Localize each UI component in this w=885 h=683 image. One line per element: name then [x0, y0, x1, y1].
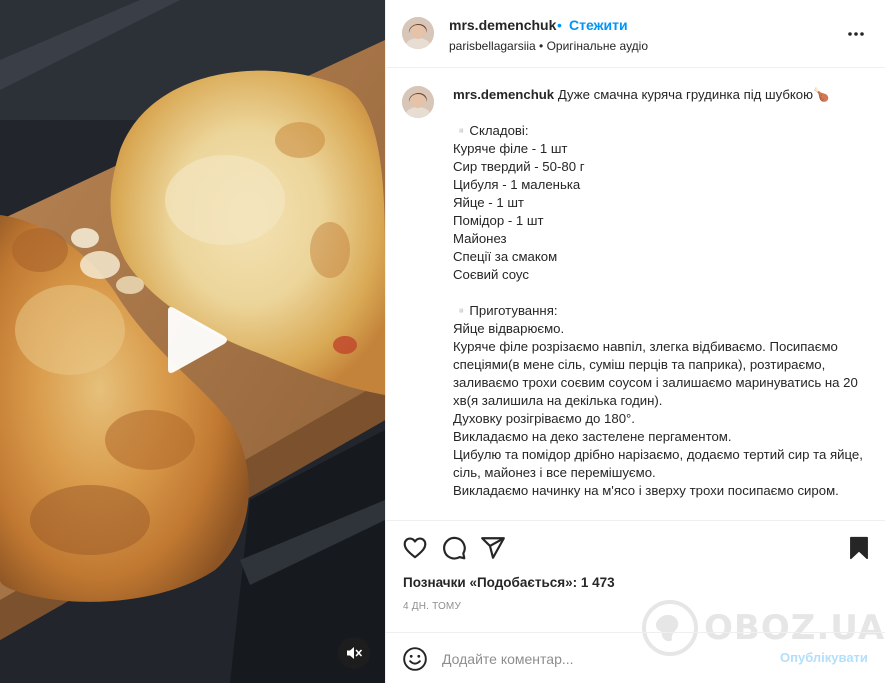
- heart-icon[interactable]: [402, 535, 428, 561]
- post-dialog: mrs.demenchuk • Стежити parisbellagarsii…: [0, 0, 885, 683]
- caption-line: ▫️Складові:: [453, 123, 529, 138]
- post-caption: mrs.demenchuk Дуже смачна куряча грудинк…: [386, 69, 885, 520]
- caption-username[interactable]: mrs.demenchuk: [453, 87, 554, 102]
- post-header: mrs.demenchuk • Стежити parisbellagarsii…: [386, 0, 885, 68]
- post-comment-button[interactable]: Опублікувати: [780, 650, 868, 665]
- caption-line: Куряче філе розрізаємо навпіл, злегка ві…: [453, 339, 862, 408]
- post-side-panel: mrs.demenchuk • Стежити parisbellagarsii…: [385, 0, 885, 683]
- mute-button[interactable]: [338, 637, 370, 669]
- separator-dot: •: [557, 17, 562, 33]
- share-icon[interactable]: [480, 535, 506, 561]
- caption-line: Соєвий соус: [453, 267, 529, 282]
- avatar-image: [402, 17, 434, 49]
- comment-bar: Опублікувати: [386, 632, 885, 683]
- more-dots-icon: [848, 32, 864, 36]
- caption-line: Помідор - 1 шт: [453, 213, 544, 228]
- caption-line: Цибулю та помідор дрібно нарізаємо, дода…: [453, 447, 867, 480]
- emoji-icon[interactable]: [402, 646, 428, 672]
- caption-first-line: mrs.demenchuk Дуже смачна куряча грудинк…: [453, 86, 869, 104]
- comment-input[interactable]: [442, 646, 762, 672]
- caption-line: Майонез: [453, 231, 507, 246]
- caption-line: Викладаємо начинку на м'ясо і зверху тро…: [453, 483, 839, 498]
- comment-icon[interactable]: [441, 535, 467, 561]
- avatar-image: [402, 86, 434, 118]
- caption-line: Цибуля - 1 маленька: [453, 177, 581, 192]
- muted-speaker-icon: [347, 647, 362, 659]
- caption-line: Спеції за смаком: [453, 249, 558, 264]
- post-timestamp[interactable]: 4 ДН. ТОМУ: [403, 601, 461, 612]
- bookmark-icon[interactable]: [846, 535, 872, 561]
- follow-button[interactable]: Стежити: [569, 17, 628, 33]
- caption-avatar[interactable]: [402, 86, 434, 118]
- caption-line: Яйце відварюємо.: [453, 321, 565, 336]
- avatar[interactable]: [402, 17, 434, 49]
- more-options-button[interactable]: [842, 24, 870, 44]
- caption-line: ▫️Приготування:: [453, 303, 558, 318]
- caption-line: Яйце - 1 шт: [453, 195, 524, 210]
- username-link[interactable]: mrs.demenchuk: [449, 17, 556, 33]
- play-icon[interactable]: [162, 305, 228, 375]
- caption-text: mrs.demenchuk Дуже смачна куряча грудинк…: [453, 86, 869, 500]
- caption-line: Духовку розігріваємо до 180°.: [453, 411, 635, 426]
- likes-count[interactable]: Позначки «Подобається»: 1 473: [403, 575, 615, 590]
- caption-line: Сир твердий - 50-80 г: [453, 159, 585, 174]
- caption-line: Викладаємо на деко застелене пергаментом…: [453, 429, 732, 444]
- caption-line: Куряче філе - 1 шт: [453, 141, 568, 156]
- audio-subline[interactable]: parisbellagarsiia • Оригінальне аудіо: [449, 39, 648, 53]
- action-bar: [386, 520, 885, 576]
- caption-title: Дуже смачна куряча грудинка під шубкою🍗: [557, 87, 830, 102]
- caption-line: [453, 284, 869, 302]
- post-video[interactable]: [0, 0, 385, 683]
